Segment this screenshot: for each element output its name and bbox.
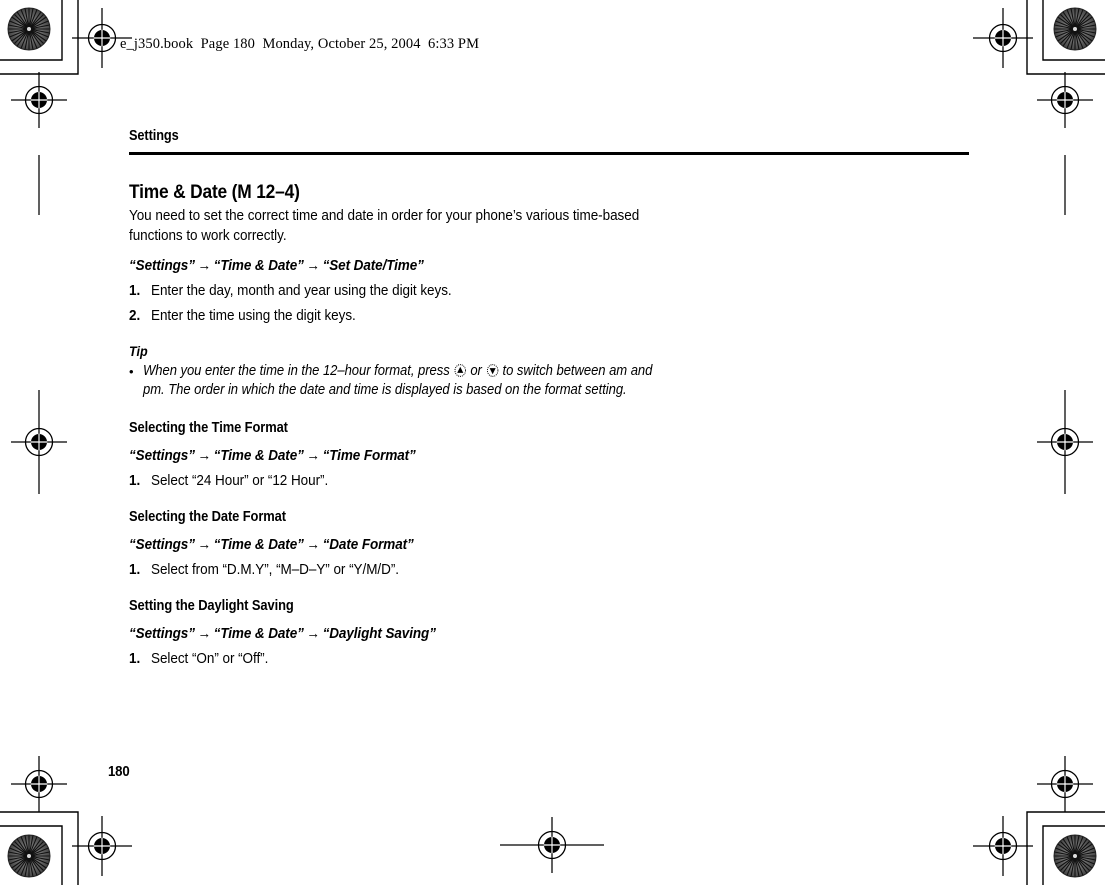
menu-path-segment: “Set Date/Time” [322,256,424,274]
star-target-top-right [1053,7,1097,51]
menu-path-set-date-time: “Settings” → “Time & Date” → “Set Date/Time” [129,256,885,275]
step-number: 1. [129,560,141,578]
arrow-icon: → [306,624,320,642]
registration-mark-bottom-right-inner [988,831,1018,861]
registration-mark-bottom-right-outer [1050,769,1080,799]
registration-mark-top-left-inner [87,23,117,53]
book-file-header-line: e_j350.book Page 180 Monday, October 25,… [120,36,480,52]
step-number: 1. [129,281,141,299]
menu-path-date-format: “Settings” → “Time & Date” → “Date Format” [129,535,885,554]
subheading-daylight-saving: Setting the Daylight Saving [129,597,294,614]
arrow-icon: → [306,535,320,553]
menu-path-segment: “Settings” [129,535,195,553]
arrow-icon: → [197,446,212,464]
menu-path-segment: “Settings” [129,256,195,274]
star-target-top-left [7,7,51,51]
registration-mark-bottom-left-outer [24,769,54,799]
menu-path-segment: “Daylight Saving” [322,624,436,642]
tip-heading: Tip [129,342,148,359]
navigation-up-key-icon [454,363,466,377]
menu-path-segment: “Settings” [129,446,195,464]
menu-path-segment: “Time Format” [322,446,416,464]
registration-mark-bottom-left-inner [87,831,117,861]
arrow-icon: → [197,256,212,274]
tip-text-or: or [470,362,482,379]
steps-daylight-saving: 1. Select “On” or “Off”. [129,649,969,668]
list-item: • When you enter the time in the 12–hour… [129,362,729,401]
registration-mark-bottom-center [537,830,567,860]
step-text: Enter the day, month and year using the … [151,281,452,299]
arrow-icon: → [306,256,320,274]
registration-mark-top-left-outer [24,85,54,115]
menu-path-segment: “Time & Date” [213,256,304,274]
tip-text-part-1: When you enter the time in the 12–hour f… [143,362,450,379]
steps-date-format: 1. Select from “D.M.Y”, “M–D–Y” or “Y/M/… [129,560,969,579]
section-title: Time & Date (M 12–4) [129,180,300,203]
step-text: Select from “D.M.Y”, “M–D–Y” or “Y/M/D”. [151,560,399,578]
menu-path-daylight-saving: “Settings” → “Time & Date” → “Daylight Savin… [129,624,885,643]
steps-set-date-time: 1. Enter the day, month and year using t… [129,281,969,325]
list-item: 1. Select from “D.M.Y”, “M–D–Y” or “Y/M/… [129,560,969,579]
menu-path-segment: “Time & Date” [213,446,304,464]
crop-rules-bottom-right [1026,811,1105,885]
list-item: 1. Select “On” or “Off”. [129,649,969,668]
star-target-bottom-left [7,834,51,878]
page-number: 180 [108,763,130,780]
steps-time-format: 1. Select “24 Hour” or “12 Hour”. [129,471,969,490]
crop-rules-top-left [0,0,79,75]
header-rule [129,152,969,155]
step-text: Select “24 Hour” or “12 Hour”. [151,471,329,489]
tip-text: When you enter the time in the 12–hour f… [143,362,670,401]
registration-mark-top-right-outer [1050,85,1080,115]
section-intro-paragraph: You need to set the correct time and dat… [129,206,640,245]
navigation-down-key-icon [486,363,498,377]
arrow-icon: → [197,535,212,553]
crop-rules-top-right [1026,0,1105,75]
menu-path-segment: “Time & Date” [213,535,304,553]
step-number: 1. [129,471,141,489]
menu-path-segment: “Date Format” [322,535,414,553]
running-head: Settings [129,128,179,144]
subheading-date-format: Selecting the Date Format [129,508,286,525]
arrow-icon: → [306,446,320,464]
step-text: Select “On” or “Off”. [151,649,269,667]
menu-path-segment: “Time & Date” [213,624,304,642]
step-text: Enter the time using the digit keys. [151,306,356,324]
bullet-icon: • [129,363,134,379]
arrow-icon: → [197,624,212,642]
menu-path-time-format: “Settings” → “Time & Date” → “Time Format” [129,446,885,465]
list-item: 2. Enter the time using the digit keys. [129,306,969,325]
step-number: 1. [129,649,141,667]
star-target-bottom-right [1053,834,1097,878]
registration-mark-mid-left [24,427,54,457]
step-number: 2. [129,306,141,324]
registration-mark-mid-right [1050,427,1080,457]
subheading-time-format: Selecting the Time Format [129,419,288,436]
list-item: 1. Enter the day, month and year using t… [129,281,969,300]
list-item: 1. Select “24 Hour” or “12 Hour”. [129,471,969,490]
page-content: Settings Time & Date (M 12–4) You need t… [129,128,969,668]
crop-rules-bottom-left [0,811,79,885]
tip-list: • When you enter the time in the 12–hour… [129,362,969,401]
menu-path-segment: “Settings” [129,624,195,642]
registration-mark-top-right-inner [988,23,1018,53]
